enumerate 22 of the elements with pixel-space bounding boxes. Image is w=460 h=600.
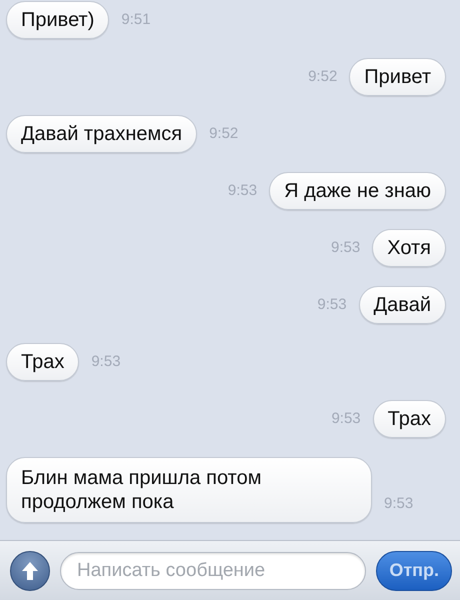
message-time: 9:51 bbox=[121, 10, 151, 30]
message-bubble: Привет bbox=[349, 58, 446, 96]
message-bubble: Я даже не знаю bbox=[269, 172, 446, 210]
message-time: 9:53 bbox=[317, 294, 347, 315]
message-bubble: Давай bbox=[358, 286, 446, 324]
message-time: 9:53 bbox=[331, 408, 361, 429]
up-arrow-icon bbox=[21, 560, 39, 580]
message-time: 9:52 bbox=[308, 66, 338, 87]
message-time: 9:53 bbox=[384, 494, 414, 514]
send-button[interactable]: Отпр. bbox=[376, 550, 452, 590]
message-bubble: Привет) bbox=[6, 1, 110, 39]
message-time: 9:52 bbox=[209, 124, 238, 144]
message-bubble: Давай трахнемся bbox=[6, 115, 198, 153]
message-bubble: Хотя bbox=[372, 229, 446, 267]
attach-button[interactable] bbox=[10, 550, 50, 590]
message-bubble: Трах bbox=[372, 400, 446, 438]
message-bubble: Блин мама пришла потом продолжем пока bbox=[6, 457, 372, 523]
message-input[interactable]: Написать сообщение bbox=[60, 552, 366, 590]
message-time: 9:53 bbox=[91, 352, 121, 372]
message-bubble: Трах bbox=[6, 343, 80, 381]
message-time: 9:53 bbox=[228, 180, 258, 201]
message-time: 9:53 bbox=[331, 238, 360, 258]
